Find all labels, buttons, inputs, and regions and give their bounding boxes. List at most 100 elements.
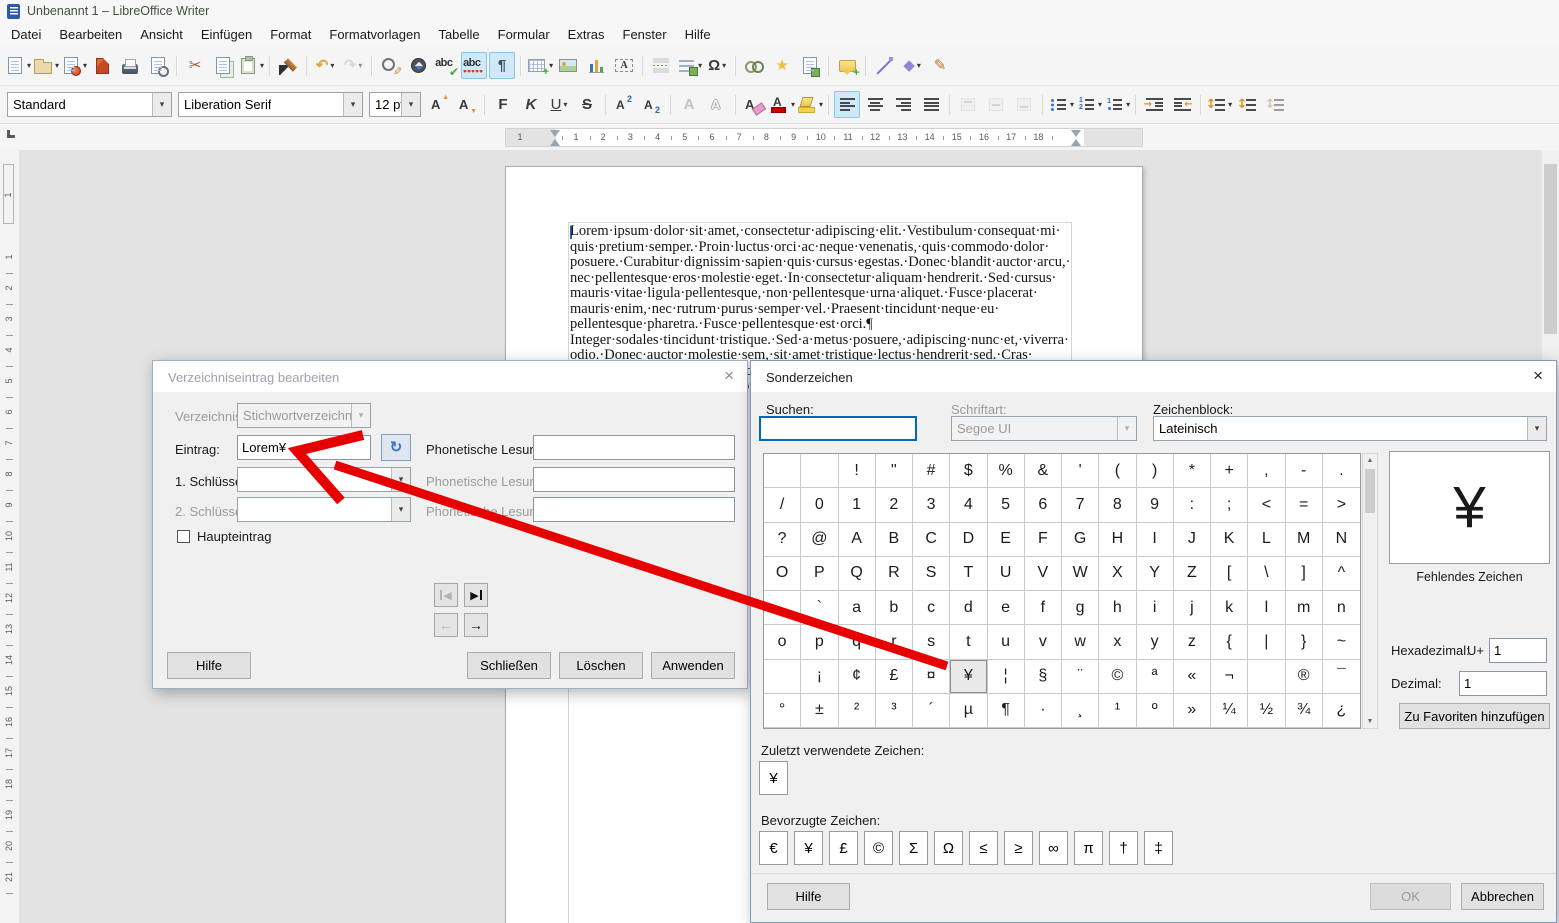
phonetic-reading-input-2[interactable] — [533, 467, 735, 492]
insert-comment-icon[interactable] — [834, 52, 860, 79]
favorite-character-¥[interactable]: ¥ — [794, 831, 823, 865]
undo-icon[interactable]: ↶▾ — [312, 52, 338, 79]
character-cell-+[interactable]: + — [1211, 454, 1248, 488]
character-cell-x[interactable]: x — [1099, 625, 1136, 659]
increase-font-size-icon[interactable] — [425, 91, 451, 118]
insert-line-icon[interactable] — [871, 52, 897, 79]
character-cell-X[interactable]: X — [1099, 557, 1136, 591]
character-cell-¨[interactable]: ¨ — [1062, 660, 1099, 694]
character-cell-²[interactable]: ² — [839, 694, 876, 728]
insert-text-box-icon[interactable] — [611, 52, 637, 79]
horizontal-ruler[interactable]: 1123456789101112131415161718 — [505, 128, 1143, 147]
paragraph-style-select[interactable]: Standard ▾ — [7, 92, 172, 117]
character-cell-2[interactable]: 2 — [876, 488, 913, 522]
character-cell-\[interactable]: \ — [1248, 557, 1285, 591]
close-icon[interactable]: × — [724, 367, 734, 385]
character-cell-r[interactable]: r — [876, 625, 913, 659]
increase-paragraph-spacing-icon[interactable] — [1234, 91, 1260, 118]
character-cell-<[interactable]: < — [1248, 488, 1285, 522]
character-cell-7[interactable]: 7 — [1062, 488, 1099, 522]
character-cell-v[interactable]: v — [1025, 625, 1062, 659]
last-entry-button[interactable]: ▶ — [464, 583, 488, 607]
character-cell-:[interactable]: : — [1174, 488, 1211, 522]
character-cell-C[interactable]: C — [913, 523, 950, 557]
character-cell-¥[interactable]: ¥ — [950, 660, 987, 694]
copy-icon[interactable] — [210, 52, 236, 79]
character-cell-T[interactable]: T — [950, 557, 987, 591]
character-cell-S[interactable]: S — [913, 557, 950, 591]
unordered-list-icon[interactable]: ▾ — [1048, 91, 1074, 118]
justified-icon[interactable] — [918, 91, 944, 118]
special-dialog-titlebar[interactable]: Sonderzeichen × — [751, 361, 1556, 392]
character-cell-9[interactable]: 9 — [1137, 488, 1174, 522]
character-cell-¸[interactable]: ¸ — [1062, 694, 1099, 728]
character-cell-Q[interactable]: Q — [839, 557, 876, 591]
menu-datei[interactable]: Datei — [2, 24, 50, 46]
character-cell-c[interactable]: c — [913, 591, 950, 625]
font-color-icon[interactable]: ▾ — [769, 91, 795, 118]
character-cell-R[interactable]: R — [876, 557, 913, 591]
menu-formular[interactable]: Formular — [489, 24, 559, 46]
ok-button[interactable]: OK — [1370, 883, 1451, 910]
line-spacing-icon[interactable]: ▾ — [1206, 91, 1232, 118]
character-cell-F[interactable]: F — [1025, 523, 1062, 557]
menu-formatvorlagen[interactable]: Formatvorlagen — [320, 24, 429, 46]
insert-special-character-icon[interactable]: Ω▾ — [704, 52, 730, 79]
character-cell-N[interactable]: N — [1323, 523, 1360, 557]
character-cell-¯[interactable]: ¯ — [1323, 660, 1360, 694]
character-cell-A[interactable]: A — [839, 523, 876, 557]
chevron-down-icon[interactable]: ▾ — [391, 468, 410, 491]
scrollbar-thumb[interactable] — [1365, 469, 1375, 513]
strikethrough-icon[interactable]: S — [574, 91, 600, 118]
character-cell-p[interactable]: p — [801, 625, 838, 659]
favorite-character-‡[interactable]: ‡ — [1144, 831, 1173, 865]
menu-hilfe[interactable]: Hilfe — [676, 24, 720, 46]
character-cell-![interactable]: ! — [839, 454, 876, 488]
menu-einfügen[interactable]: Einfügen — [192, 24, 261, 46]
character-cell-J[interactable]: J — [1174, 523, 1211, 557]
menu-tabelle[interactable]: Tabelle — [429, 24, 488, 46]
character-cell-5[interactable]: 5 — [988, 488, 1025, 522]
character-cell-k[interactable]: k — [1211, 591, 1248, 625]
outline-list-icon[interactable]: ▾ — [1104, 91, 1130, 118]
favorite-character-Ω[interactable]: Ω — [934, 831, 963, 865]
export-pdf-icon[interactable] — [89, 52, 115, 79]
font-name-select[interactable]: Liberation Serif ▾ — [178, 92, 363, 117]
character-cell-`[interactable]: ` — [801, 591, 838, 625]
insert-page-break-icon[interactable] — [648, 52, 674, 79]
character-cell-w[interactable]: w — [1062, 625, 1099, 659]
favorite-character-∞[interactable]: ∞ — [1039, 831, 1068, 865]
highlighting-color-icon[interactable]: ▾ — [797, 91, 823, 118]
scrollbar-thumb[interactable] — [1544, 164, 1557, 334]
chevron-down-icon[interactable]: ▾ — [152, 93, 171, 116]
print-preview-icon[interactable] — [145, 52, 171, 79]
scroll-up-icon[interactable]: ▲ — [1363, 454, 1377, 467]
character-cell-B[interactable]: B — [876, 523, 913, 557]
decrease-font-size-icon[interactable] — [453, 91, 479, 118]
key2-select[interactable]: ▾ — [237, 497, 411, 522]
italic-icon[interactable]: K — [518, 91, 544, 118]
character-cell-d[interactable]: d — [950, 591, 987, 625]
character-cell-j[interactable]: j — [1174, 591, 1211, 625]
insert-table-icon[interactable]: ▾ — [526, 52, 553, 79]
character-cell-1[interactable]: 1 — [839, 488, 876, 522]
character-cell-=[interactable]: = — [1286, 488, 1323, 522]
character-cell-([interactable]: ( — [1099, 454, 1136, 488]
decrease-indent-icon[interactable] — [1169, 91, 1195, 118]
character-cell-P[interactable]: P — [801, 557, 838, 591]
decrease-paragraph-spacing-icon[interactable] — [1262, 91, 1288, 118]
character-cell-·[interactable]: · — [1025, 694, 1062, 728]
character-cell-6[interactable]: 6 — [1025, 488, 1062, 522]
auto-spellcheck-icon[interactable] — [461, 52, 487, 79]
favorite-character-©[interactable]: © — [864, 831, 893, 865]
character-cell-,[interactable]: , — [1248, 454, 1285, 488]
hexadecimal-input[interactable] — [1489, 638, 1547, 663]
center-vertically-icon[interactable] — [983, 91, 1009, 118]
character-cell-¹[interactable]: ¹ — [1099, 694, 1136, 728]
character-cell-¡[interactable]: ¡ — [801, 660, 838, 694]
index-type-select[interactable]: Stichwortverzeichnis ▾ — [237, 403, 371, 428]
entry-input[interactable] — [237, 435, 371, 460]
character-cell-l[interactable]: l — [1248, 591, 1285, 625]
character-cell-«[interactable]: « — [1174, 660, 1211, 694]
character-cell-;[interactable]: ; — [1211, 488, 1248, 522]
